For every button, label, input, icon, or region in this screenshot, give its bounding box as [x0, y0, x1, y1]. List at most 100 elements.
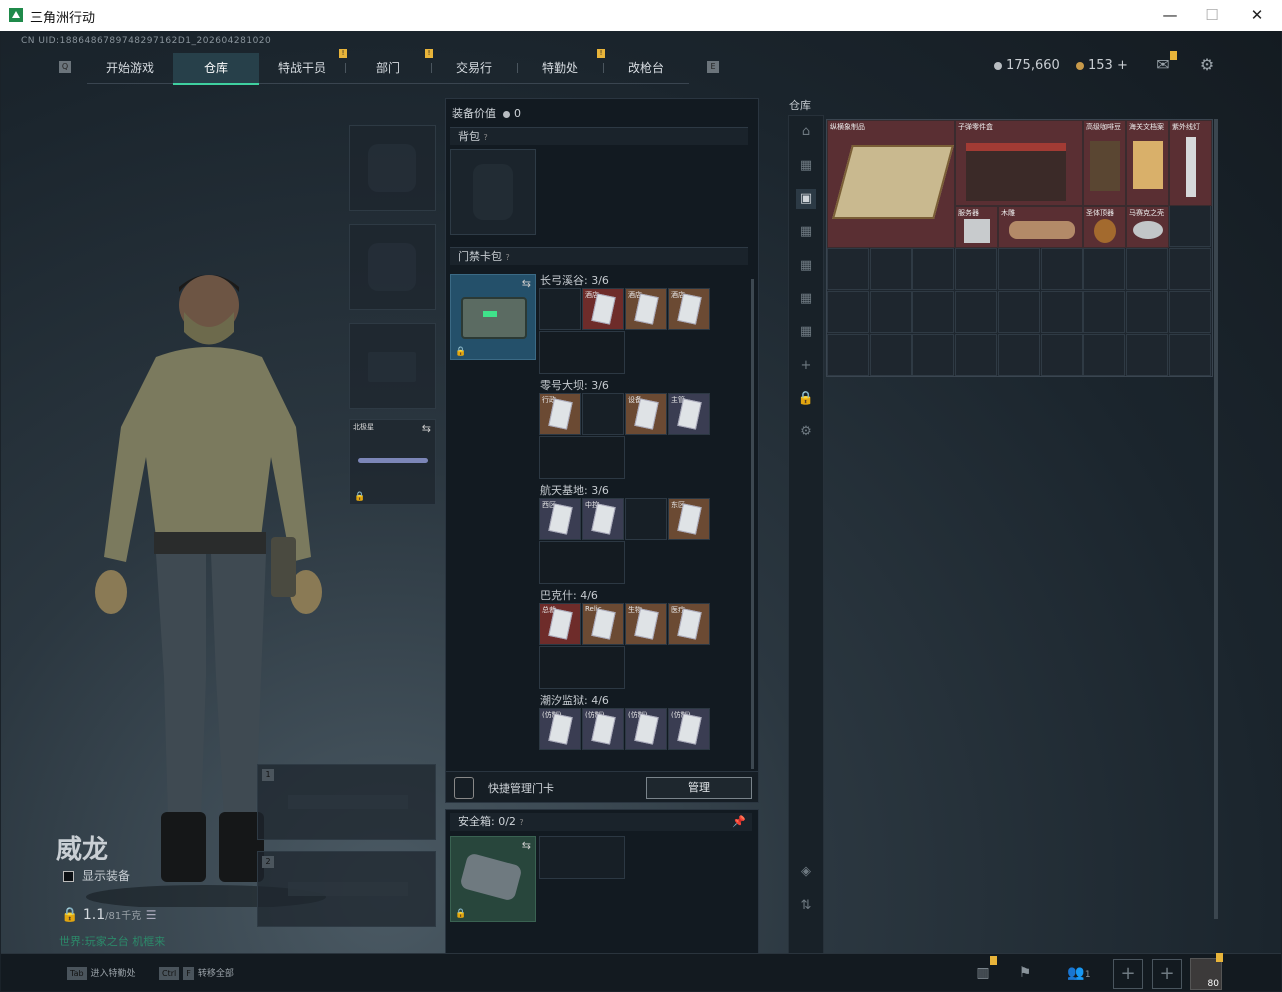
storage-1-icon[interactable]: ▦ — [796, 156, 816, 176]
warehouse-cell[interactable] — [1168, 333, 1211, 376]
keycard-cell[interactable]: (仿制) — [539, 708, 581, 750]
warehouse-cell[interactable] — [1040, 333, 1083, 376]
hint-enter-special-ops[interactable]: Tab 进入特勤处 — [67, 966, 136, 980]
panel-scrollbar[interactable] — [751, 279, 754, 769]
keycard-cell[interactable]: 行政 — [539, 393, 581, 435]
warehouse-item[interactable]: 马赛克之壳 — [1126, 206, 1169, 248]
transfer-icon[interactable]: ⇅ — [796, 896, 816, 916]
warehouse-cell[interactable] — [997, 248, 1040, 291]
pistol-slot[interactable] — [349, 323, 436, 409]
warehouse-cell[interactable] — [869, 290, 912, 333]
warehouse-cell[interactable] — [827, 248, 869, 291]
keycard-cell[interactable]: Relic — [582, 603, 624, 645]
warehouse-cell[interactable] — [1040, 248, 1083, 291]
warehouse-cell[interactable] — [1040, 290, 1083, 333]
warehouse-cell[interactable] — [997, 290, 1040, 333]
help-icon[interactable]: ? — [506, 253, 510, 262]
keycard-cell[interactable]: (仿制) — [625, 708, 667, 750]
stats-icon[interactable]: ▥ — [971, 956, 997, 984]
warehouse-cell[interactable] — [1125, 290, 1168, 333]
nav-prev-key[interactable]: Q — [59, 61, 71, 73]
warehouse-item[interactable]: 高级咖啡豆 — [1083, 120, 1126, 206]
add-squad-slot-button[interactable]: + — [1113, 959, 1143, 989]
warehouse-cell[interactable] — [955, 248, 998, 291]
keycard-cell[interactable]: 生物 — [625, 603, 667, 645]
keycard-cell[interactable]: (仿制) — [668, 708, 710, 750]
warehouse-cell[interactable] — [912, 290, 955, 333]
warehouse-cell[interactable] — [1168, 205, 1211, 248]
warehouse-item[interactable]: 紫外线灯 — [1169, 120, 1212, 206]
nav-next-key[interactable]: E — [707, 61, 719, 73]
keycard-cell[interactable]: 医疗 — [668, 603, 710, 645]
warehouse-cell[interactable] — [827, 290, 869, 333]
warehouse-item[interactable]: 木雕 — [998, 206, 1083, 248]
keycard-cell[interactable] — [625, 498, 667, 540]
tab-department[interactable]: 部门! — [345, 49, 433, 84]
warehouse-cell[interactable] — [1125, 248, 1168, 291]
warehouse-cell[interactable] — [869, 333, 912, 376]
keycard-cell[interactable] — [539, 288, 581, 330]
keycard-empty-row[interactable] — [539, 541, 625, 584]
warehouse-cell[interactable] — [1168, 248, 1211, 291]
add-currency-button[interactable]: + — [1117, 58, 1128, 73]
maximize-button[interactable]: ☐ — [1192, 4, 1232, 26]
tab-gunsmith[interactable]: 改枪台 — [603, 53, 689, 84]
keycard-cell[interactable]: (仿制) — [582, 708, 624, 750]
add-squad-slot-button[interactable]: + — [1152, 959, 1182, 989]
tab-operators[interactable]: 特战干员! — [259, 49, 347, 84]
warehouse-item[interactable]: 海关文档案 — [1126, 120, 1169, 206]
help-icon[interactable]: ? — [484, 133, 488, 142]
safe-box-slot[interactable]: ⇆ 🔒 — [450, 836, 536, 922]
mail-icon[interactable]: ✉ — [1153, 51, 1177, 75]
storage-2-icon[interactable]: ▣ — [796, 189, 816, 209]
keycard-case-slot[interactable]: ⇆ 🔒 — [450, 274, 536, 360]
storage-4-icon[interactable]: ▦ — [796, 256, 816, 276]
swap-icon[interactable]: ⇆ — [422, 422, 431, 435]
keycard-cell[interactable]: 主管 — [668, 393, 710, 435]
keycard-empty-row[interactable] — [539, 436, 625, 479]
warehouse-cell[interactable] — [1083, 248, 1126, 291]
flag-icon[interactable]: ⚑ — [1013, 962, 1037, 984]
helmet-slot[interactable] — [349, 125, 436, 211]
warehouse-cell[interactable] — [869, 248, 912, 291]
keycard-cell[interactable] — [582, 393, 624, 435]
warehouse-cell[interactable] — [955, 333, 998, 376]
warehouse-cell[interactable] — [955, 290, 998, 333]
armor-slot[interactable] — [349, 224, 436, 310]
help-icon[interactable]: ? — [519, 818, 523, 827]
avatar[interactable]: 80 — [1190, 953, 1223, 990]
tab-warehouse[interactable]: 仓库 — [173, 53, 259, 85]
warehouse-cell[interactable] — [1083, 290, 1126, 333]
warehouse-cell[interactable] — [1083, 333, 1126, 376]
keycard-empty-row[interactable] — [539, 331, 625, 374]
secondary-weapon-slot[interactable]: 2 — [257, 851, 436, 927]
warehouse-cell[interactable] — [912, 333, 955, 376]
list-icon[interactable]: ☰ — [146, 908, 157, 922]
settings-icon[interactable]: ⚙ — [796, 422, 816, 442]
melee-slot[interactable]: 北极星 ⇆ 🔒 — [349, 419, 436, 505]
warehouse-cell[interactable] — [1168, 290, 1211, 333]
gear-icon[interactable]: ⚙ — [1197, 55, 1217, 75]
gold-currency[interactable]: 153 + — [1076, 58, 1128, 73]
hint-transfer-all[interactable]: Ctrl F 转移全部 — [159, 966, 234, 980]
warehouse-item[interactable]: 子弹零件盒 — [955, 120, 1083, 206]
warehouse-item[interactable]: 圣体顶器 — [1083, 206, 1126, 248]
tab-start-game[interactable]: 开始游戏 — [87, 53, 173, 84]
warehouse-item[interactable]: 纵横象制品 — [827, 120, 955, 248]
keycard-cell[interactable]: 酒店 — [625, 288, 667, 330]
keycard-cell[interactable]: 西区 — [539, 498, 581, 540]
vault-icon[interactable]: ⌂ — [796, 122, 816, 142]
show-equipment-toggle[interactable]: 显示装备 — [63, 867, 130, 884]
checkbox[interactable] — [63, 871, 74, 882]
manage-button[interactable]: 管理 — [646, 777, 752, 799]
warehouse-cell[interactable] — [827, 333, 869, 376]
keycard-cell[interactable]: 东区 — [668, 498, 710, 540]
warehouse-item[interactable]: 服务器 — [955, 206, 998, 248]
close-button[interactable]: ✕ — [1237, 4, 1277, 26]
friends-icon[interactable]: 👥1 — [1061, 962, 1097, 984]
keycard-cell[interactable]: 酒店 — [582, 288, 624, 330]
warehouse-cell[interactable] — [912, 248, 955, 291]
keycard-cell[interactable]: 设备 — [625, 393, 667, 435]
tab-special-ops[interactable]: 特勤处! — [517, 49, 605, 84]
warehouse-cell[interactable] — [997, 333, 1040, 376]
